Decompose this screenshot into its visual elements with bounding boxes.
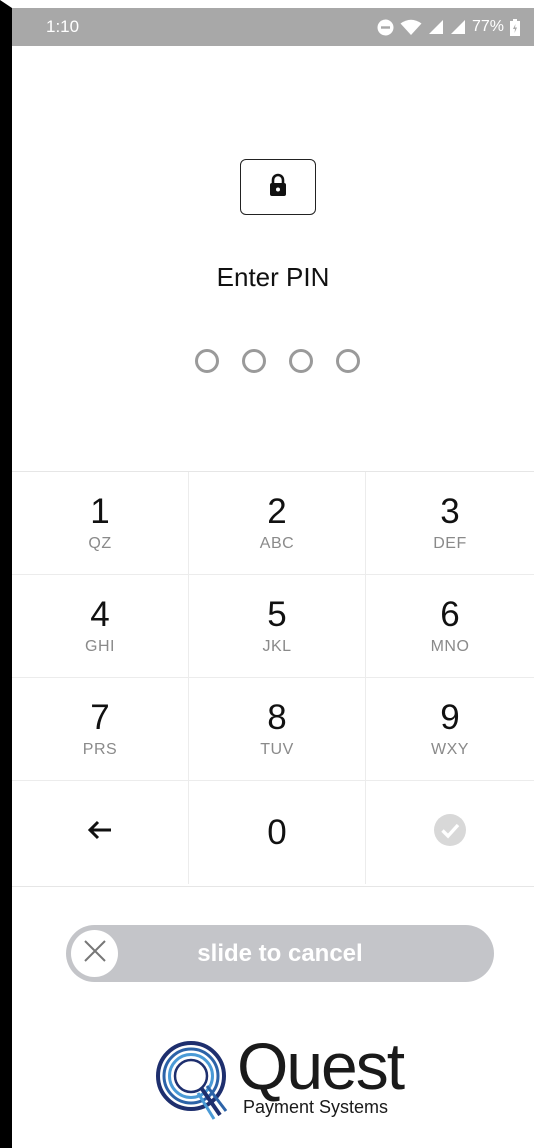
key-0[interactable]: 0	[189, 781, 366, 884]
key-letters: PRS	[82, 741, 118, 758]
key-digit: 4	[90, 595, 110, 634]
key-digit: 2	[267, 492, 287, 531]
key-5[interactable]: 5 JKL	[189, 575, 366, 678]
key-digit: 9	[440, 698, 460, 737]
battery-icon	[510, 18, 520, 36]
backspace-button[interactable]	[12, 781, 189, 884]
key-3[interactable]: 3 DEF	[366, 472, 534, 575]
key-8[interactable]: 8 TUV	[189, 678, 366, 781]
lock-badge	[240, 159, 316, 215]
pin-dot	[195, 349, 219, 373]
key-letters: TUV	[260, 741, 294, 758]
key-letters: DEF	[433, 535, 467, 552]
brand-name: Quest	[237, 1029, 405, 1103]
key-6[interactable]: 6 MNO	[366, 575, 534, 678]
key-9[interactable]: 9 WXY	[366, 678, 534, 781]
key-digit: 3	[440, 492, 460, 531]
wifi-icon	[400, 19, 422, 36]
quest-logo-mark-icon	[154, 1039, 236, 1128]
pin-dot	[242, 349, 266, 373]
brand-subtitle: Payment Systems	[243, 1097, 389, 1117]
signal-icon	[450, 19, 466, 35]
close-icon	[83, 939, 107, 968]
key-digit: 8	[267, 698, 287, 737]
lock-icon	[268, 173, 288, 202]
do-not-disturb-icon	[377, 19, 394, 36]
key-letters: WXY	[431, 741, 469, 758]
slide-to-cancel-slider[interactable]: slide to cancel	[66, 925, 494, 982]
key-letters: ABC	[259, 535, 295, 552]
status-icons: 77%	[377, 14, 520, 40]
pin-dot	[289, 349, 313, 373]
key-7[interactable]: 7 PRS	[12, 678, 189, 781]
status-time: 1:10	[46, 17, 80, 36]
key-1[interactable]: 1 QZ	[12, 472, 189, 575]
slider-label: slide to cancel	[197, 940, 363, 967]
key-4[interactable]: 4 GHI	[12, 575, 189, 678]
numeric-keypad: 1 QZ 2 ABC 3 DEF 4 GHI 5 JKL 6 MNO 7 PRS…	[12, 471, 534, 887]
pin-dot	[336, 349, 360, 373]
battery-percent: 77%	[471, 18, 504, 35]
key-digit: 0	[267, 812, 287, 852]
slider-knob[interactable]	[71, 930, 118, 977]
key-letters: JKL	[262, 638, 292, 655]
pin-entry-screen: 1:10 77% Enter PIN 1 QZ 2 ABC 3 DEF 4 GH…	[0, 0, 534, 1148]
key-digit: 5	[267, 595, 287, 634]
signal-icon	[428, 19, 444, 35]
arrow-left-icon	[87, 819, 113, 846]
page-title: Enter PIN	[216, 262, 330, 292]
key-digit: 1	[90, 492, 110, 531]
quest-logo: Quest Payment Systems	[154, 1029, 414, 1128]
key-digit: 6	[440, 595, 460, 634]
key-letters: GHI	[85, 638, 115, 655]
key-2[interactable]: 2 ABC	[189, 472, 366, 575]
check-circle-icon	[434, 814, 466, 851]
pin-indicator	[195, 349, 360, 373]
key-letters: MNO	[430, 638, 470, 655]
status-bar: 1:10 77%	[12, 8, 534, 46]
confirm-button[interactable]	[366, 781, 534, 884]
key-letters: QZ	[88, 535, 112, 552]
key-digit: 7	[90, 698, 110, 737]
